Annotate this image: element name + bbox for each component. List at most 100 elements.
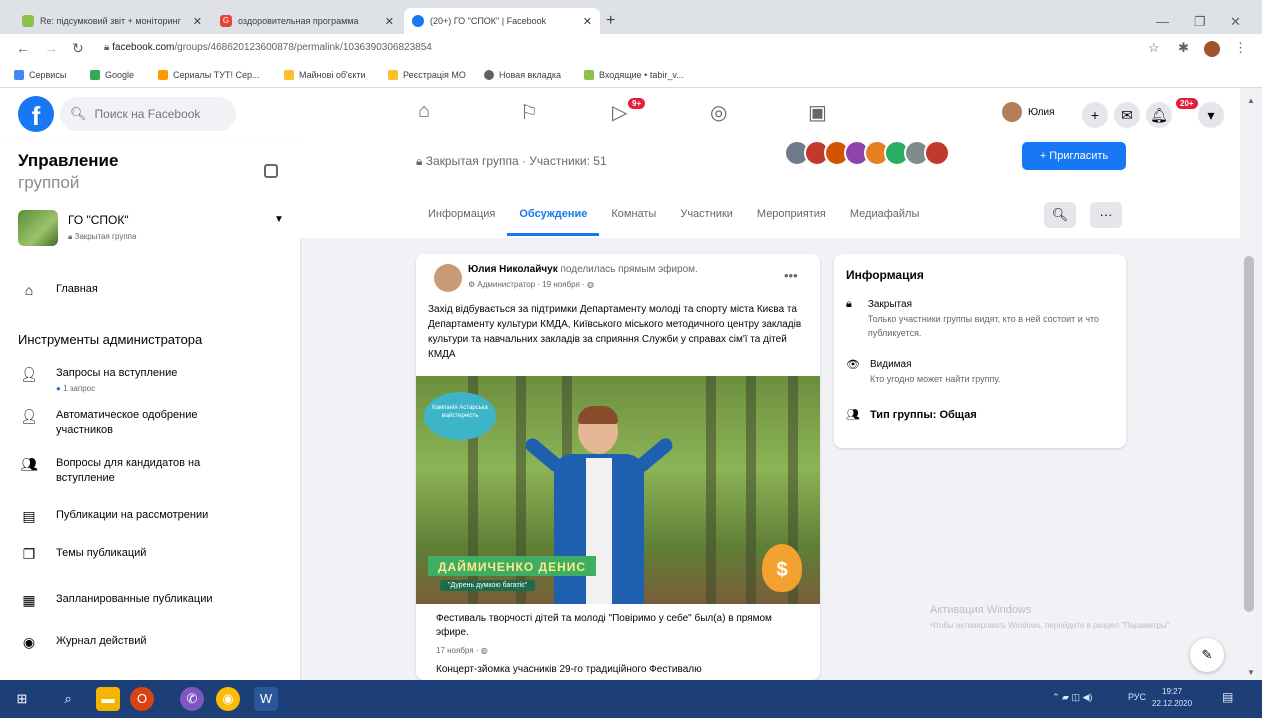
taskbar-search-icon[interactable]: ⌕ — [56, 687, 80, 711]
tab-close-icon[interactable]: ✕ — [583, 15, 592, 28]
privacy-globe-icon: ◍ — [586, 280, 594, 289]
bookmark-star-icon[interactable]: ☆ — [1148, 40, 1160, 56]
member-avatar — [924, 140, 950, 166]
notifications-badge: 20+ — [1176, 98, 1198, 109]
windows-start-icon[interactable]: ⊞ — [10, 687, 34, 711]
back-arrow-icon[interactable]: ← — [16, 40, 30, 56]
system-clock[interactable]: 19:27 22.12.2020 — [1152, 686, 1192, 710]
group-switcher[interactable]: ГО "СПОК" 🔒︎ Закрытая группа ▼ — [18, 210, 288, 250]
group-meta: 🔒︎ Закрытая группа · Участники: 51 — [416, 154, 607, 168]
facebook-logo-icon[interactable]: f — [18, 96, 54, 132]
lock-icon: 🔒︎ — [846, 298, 852, 310]
bookmark-label: Новая вкладка — [499, 70, 562, 80]
reload-icon[interactable]: ↻ — [72, 40, 84, 57]
gaming-nav-icon[interactable]: ▣ — [808, 100, 827, 125]
home-nav-icon[interactable]: ⌂ — [418, 100, 430, 123]
restore-icon[interactable]: ❐ — [1194, 14, 1206, 30]
opera-icon[interactable]: O — [130, 687, 154, 711]
tab-events[interactable]: Мероприятия — [745, 196, 838, 236]
extensions-icon[interactable]: ✱ — [1178, 40, 1189, 56]
notification-center-icon[interactable]: ▤ — [1222, 690, 1233, 704]
file-explorer-icon[interactable]: ▬ — [96, 687, 120, 711]
word-icon[interactable]: W — [254, 687, 278, 711]
sidebar-collapse-icon[interactable] — [264, 164, 278, 178]
chrome-icon[interactable]: ◉ — [216, 687, 240, 711]
sidebar-item-pending-posts[interactable]: ▤ Публикации на рассмотрении — [18, 508, 288, 525]
info-row-text: Видимая Кто угодно может найти группу. — [870, 358, 1001, 386]
group-thumbnail — [18, 210, 58, 246]
bookmark-services[interactable]: Сервисы — [14, 70, 66, 80]
sidebar-item-membership-questions[interactable]: 👥︎ Вопросы для кандидатов на вступление — [18, 456, 288, 486]
user-profile-chip[interactable]: Юлия — [1002, 102, 1055, 122]
group-tabs: Информация Обсуждение Комнаты Участники … — [416, 196, 931, 236]
tab-close-icon[interactable]: ✕ — [193, 15, 202, 28]
bookmarks-bar: Сервисы Google Сериалы ТУТ! Сер... Майно… — [0, 64, 1262, 88]
group-privacy-label: 🔒︎ Закрытая группа — [68, 232, 137, 241]
tab-rooms[interactable]: Комнаты — [599, 196, 668, 236]
post-meta-text: Администратор · 19 ноября · — [477, 280, 585, 289]
new-tab-button[interactable]: + — [606, 12, 615, 30]
tab-close-icon[interactable]: ✕ — [385, 15, 394, 28]
browser-tab-facebook[interactable]: (20+) ГО "СПОК" | Facebook ✕ — [404, 8, 600, 34]
page-scrollbar[interactable]: ▲ ▼ — [1240, 88, 1262, 680]
groups-nav-icon[interactable]: ◎ — [710, 100, 727, 125]
sidebar-item-topics[interactable]: ❐ Темы публикаций — [18, 546, 288, 563]
close-window-icon[interactable]: ✕ — [1230, 14, 1241, 30]
forward-arrow-icon[interactable]: → — [44, 40, 58, 56]
tab-title: Re: підсумковий звіт + моніторинг — [40, 16, 181, 26]
new-message-icon[interactable]: ✎ — [1190, 638, 1224, 672]
watch-video-icon[interactable]: ▷ — [612, 100, 627, 125]
browser-tab-program[interactable]: G оздоровительная программа ✕ — [212, 8, 402, 34]
minimize-icon[interactable]: — — [1156, 14, 1169, 29]
bookmark-new-tab[interactable]: Новая вкладка — [484, 70, 561, 80]
account-menu-chevron-icon[interactable]: ▾ — [1198, 102, 1224, 128]
create-plus-icon[interactable]: + — [1082, 102, 1108, 128]
viber-icon[interactable]: ✆ — [180, 687, 204, 711]
pages-flag-icon[interactable]: ⚐ — [520, 100, 538, 125]
url-field[interactable]: 🔒︎ facebook.com/groups/468620123600878/p… — [104, 42, 432, 53]
browser-menu-icon[interactable]: ⋮ — [1234, 40, 1247, 56]
tab-members[interactable]: Участники — [668, 196, 745, 236]
tab-info[interactable]: Информация — [416, 196, 507, 236]
sidebar-item-home[interactable]: ⌂ Главная — [18, 282, 288, 298]
bookmark-reestratsia[interactable]: Реєстрація МО — [388, 70, 466, 80]
invite-button[interactable]: + Пригласить — [1022, 142, 1126, 170]
member-avatars[interactable] — [784, 140, 950, 170]
scroll-up-icon[interactable]: ▲ — [1247, 96, 1255, 105]
scrollbar-thumb[interactable] — [1244, 256, 1254, 612]
post-author-name[interactable]: Юлия Николайчук — [468, 264, 558, 275]
post-video-thumbnail[interactable]: Кампанія Астарська майстерність ДАЙМИЧЕН… — [416, 376, 820, 604]
browser-tab-mail[interactable]: Re: підсумковий звіт + моніторинг ✕ — [14, 8, 210, 34]
bookmark-inbox[interactable]: Входящие • tabir_v... — [584, 70, 684, 80]
sidebar-item-scheduled[interactable]: ▦ Запланированные публикации — [18, 592, 288, 609]
group-search-icon[interactable]: 🔍︎ — [1044, 202, 1076, 228]
sidebar-item-join-requests[interactable]: 👤︎ Запросы на вступление ● 1 запрос — [18, 366, 288, 396]
tab-discussion[interactable]: Обсуждение — [507, 196, 600, 236]
messenger-icon[interactable]: ✉ — [1114, 102, 1140, 128]
scroll-down-icon[interactable]: ▼ — [1247, 668, 1255, 677]
sidebar-item-label: Запросы на вступление — [56, 367, 178, 379]
tab-media[interactable]: Медиафайлы — [838, 196, 931, 236]
sidebar-item-label: Запланированные публикации — [56, 593, 213, 605]
notifications-bell-icon[interactable]: 🔔︎ — [1146, 102, 1172, 128]
serials-icon — [158, 70, 168, 80]
tray-icons[interactable]: ⌃ ▰ ◫ ◀) — [1052, 692, 1092, 703]
group-more-icon[interactable]: ··· — [1090, 202, 1122, 228]
sidebar-item-activity-log[interactable]: ◉ Журнал действий — [18, 634, 288, 651]
language-indicator[interactable]: РУС — [1128, 692, 1146, 702]
money-bag-icon: $ — [762, 544, 802, 592]
search-input[interactable] — [94, 107, 225, 121]
profile-avatar[interactable] — [1204, 41, 1220, 57]
chevron-down-icon[interactable]: ▼ — [274, 214, 284, 225]
post-options-icon[interactable]: ••• — [784, 268, 798, 283]
group-management-sidebar: Управление группой ГО "СПОК" 🔒︎ Закрытая… — [0, 140, 300, 680]
live-video-caption[interactable]: Фестиваль творчості дітей та молоді "Пов… — [436, 612, 796, 640]
search-icon: 🔍︎ — [70, 106, 87, 121]
author-avatar[interactable] — [434, 264, 462, 292]
facebook-search[interactable]: 🔍︎ — [60, 97, 236, 131]
group-meta-text: Закрытая группа · Участники: 51 — [425, 154, 607, 168]
bookmark-serials[interactable]: Сериалы ТУТ! Сер... — [158, 70, 260, 80]
bookmark-mainovi[interactable]: Майнові об'єкти — [284, 70, 366, 80]
sidebar-item-auto-approve[interactable]: 👤︎ Автоматическое одобрение участников — [18, 408, 288, 438]
bookmark-google[interactable]: Google — [90, 70, 134, 80]
